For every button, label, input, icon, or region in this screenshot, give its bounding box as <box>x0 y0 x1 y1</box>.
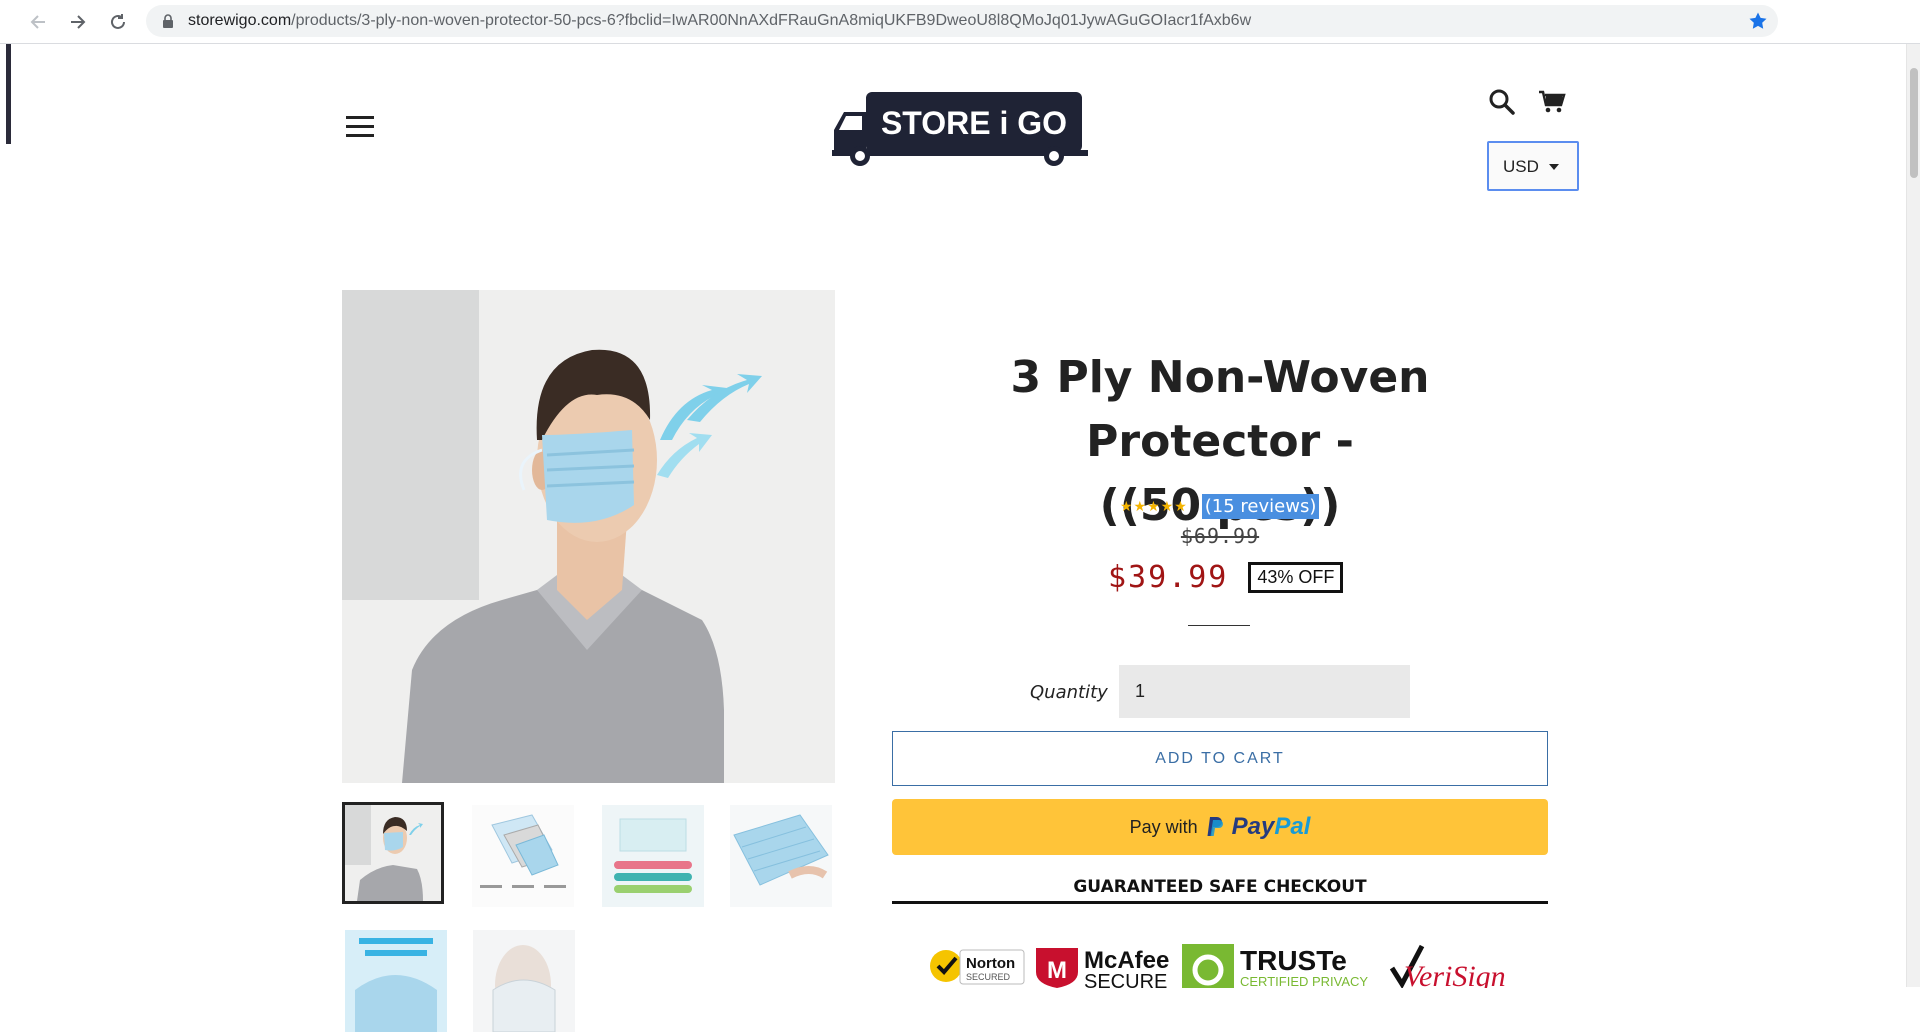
product-title-line1: 3 Ply Non-Woven Protector - <box>1010 352 1430 467</box>
reload-icon[interactable] <box>104 8 132 36</box>
norton-badge: Norton SECURED <box>928 940 1026 988</box>
search-icon[interactable] <box>1488 88 1516 121</box>
paypal-checkout-button[interactable]: Pay with PayPal <box>892 799 1548 855</box>
cart-icon[interactable] <box>1538 89 1566 120</box>
safe-checkout-heading: GUARANTEED SAFE CHECKOUT <box>1073 877 1367 897</box>
reviews-link[interactable]: (15 reviews) <box>1201 493 1320 519</box>
quantity-input[interactable] <box>1119 665 1410 718</box>
product-main-image[interactable] <box>342 290 835 783</box>
store-logo[interactable]: STORE i GO <box>832 84 1088 168</box>
price-row: $39.99 43% OFF <box>1108 560 1344 595</box>
thumbnail-mask-stack[interactable] <box>730 805 832 907</box>
svg-text:Norton: Norton <box>966 955 1015 972</box>
back-arrow-icon[interactable] <box>24 8 52 36</box>
svg-text:VeriSign: VeriSign <box>1404 960 1506 988</box>
url-text: storewigo.com/products/3-ply-non-woven-p… <box>188 12 1252 29</box>
scrollbar-thumb[interactable] <box>1910 68 1918 178</box>
discount-badge: 43% OFF <box>1248 562 1344 593</box>
caret-down-icon <box>1549 164 1559 170</box>
compare-at-price: $69.99 <box>1180 524 1260 548</box>
currency-value: USD <box>1503 157 1539 176</box>
rating-row: ★★★★★ (15 reviews) <box>1120 492 1320 520</box>
rating-stars-icon: ★★★★★ <box>1120 497 1188 514</box>
svg-text:SECURE: SECURE <box>1084 971 1167 988</box>
paypal-prefix-text: Pay with <box>1129 816 1198 837</box>
mcafee-badge: M McAfee SECURE <box>1032 940 1174 988</box>
paypal-wordmark: PayPal <box>1231 813 1311 840</box>
thumbnail-mask-nose-clip[interactable] <box>473 930 575 1032</box>
page-left-edge <box>6 44 11 144</box>
svg-text:SECURED: SECURED <box>966 972 1011 982</box>
forward-arrow-icon[interactable] <box>64 8 92 36</box>
truste-badge: TRUSTe CERTIFIED PRIVACY <box>1180 940 1378 988</box>
add-to-cart-button[interactable]: ADD TO CART <box>892 731 1548 786</box>
safe-checkout-divider <box>892 901 1548 904</box>
thumbnail-man-wearing-mask[interactable] <box>342 802 444 904</box>
thumbnail-three-dimensional-breathing-space[interactable] <box>345 930 447 1032</box>
address-bar[interactable]: storewigo.com/products/3-ply-non-woven-p… <box>146 5 1778 37</box>
quantity-label: Quantity <box>1030 682 1108 703</box>
paypal-p-icon <box>1207 817 1223 836</box>
currency-select[interactable]: USD <box>1487 141 1579 191</box>
sale-price: $39.99 <box>1108 560 1229 595</box>
price-divider <box>1188 625 1250 626</box>
svg-text:M: M <box>1047 957 1067 984</box>
logo-text: STORE i GO <box>881 105 1067 141</box>
svg-text:TRUSTe: TRUSTe <box>1240 945 1347 976</box>
svg-text:McAfee: McAfee <box>1084 947 1169 974</box>
menu-hamburger-icon[interactable] <box>346 116 374 138</box>
browser-toolbar: storewigo.com/products/3-ply-non-woven-p… <box>0 0 1920 44</box>
svg-text:CERTIFIED PRIVACY: CERTIFIED PRIVACY <box>1240 974 1368 988</box>
thumbnail-mask-layers-diagram[interactable] <box>472 805 574 907</box>
lock-icon <box>162 14 174 33</box>
thumbnail-mask-features-infographic[interactable] <box>602 805 704 907</box>
scrollbar[interactable] <box>1906 44 1920 987</box>
bookmark-star-icon[interactable] <box>1748 11 1768 36</box>
verisign-badge: VeriSign <box>1384 940 1516 988</box>
